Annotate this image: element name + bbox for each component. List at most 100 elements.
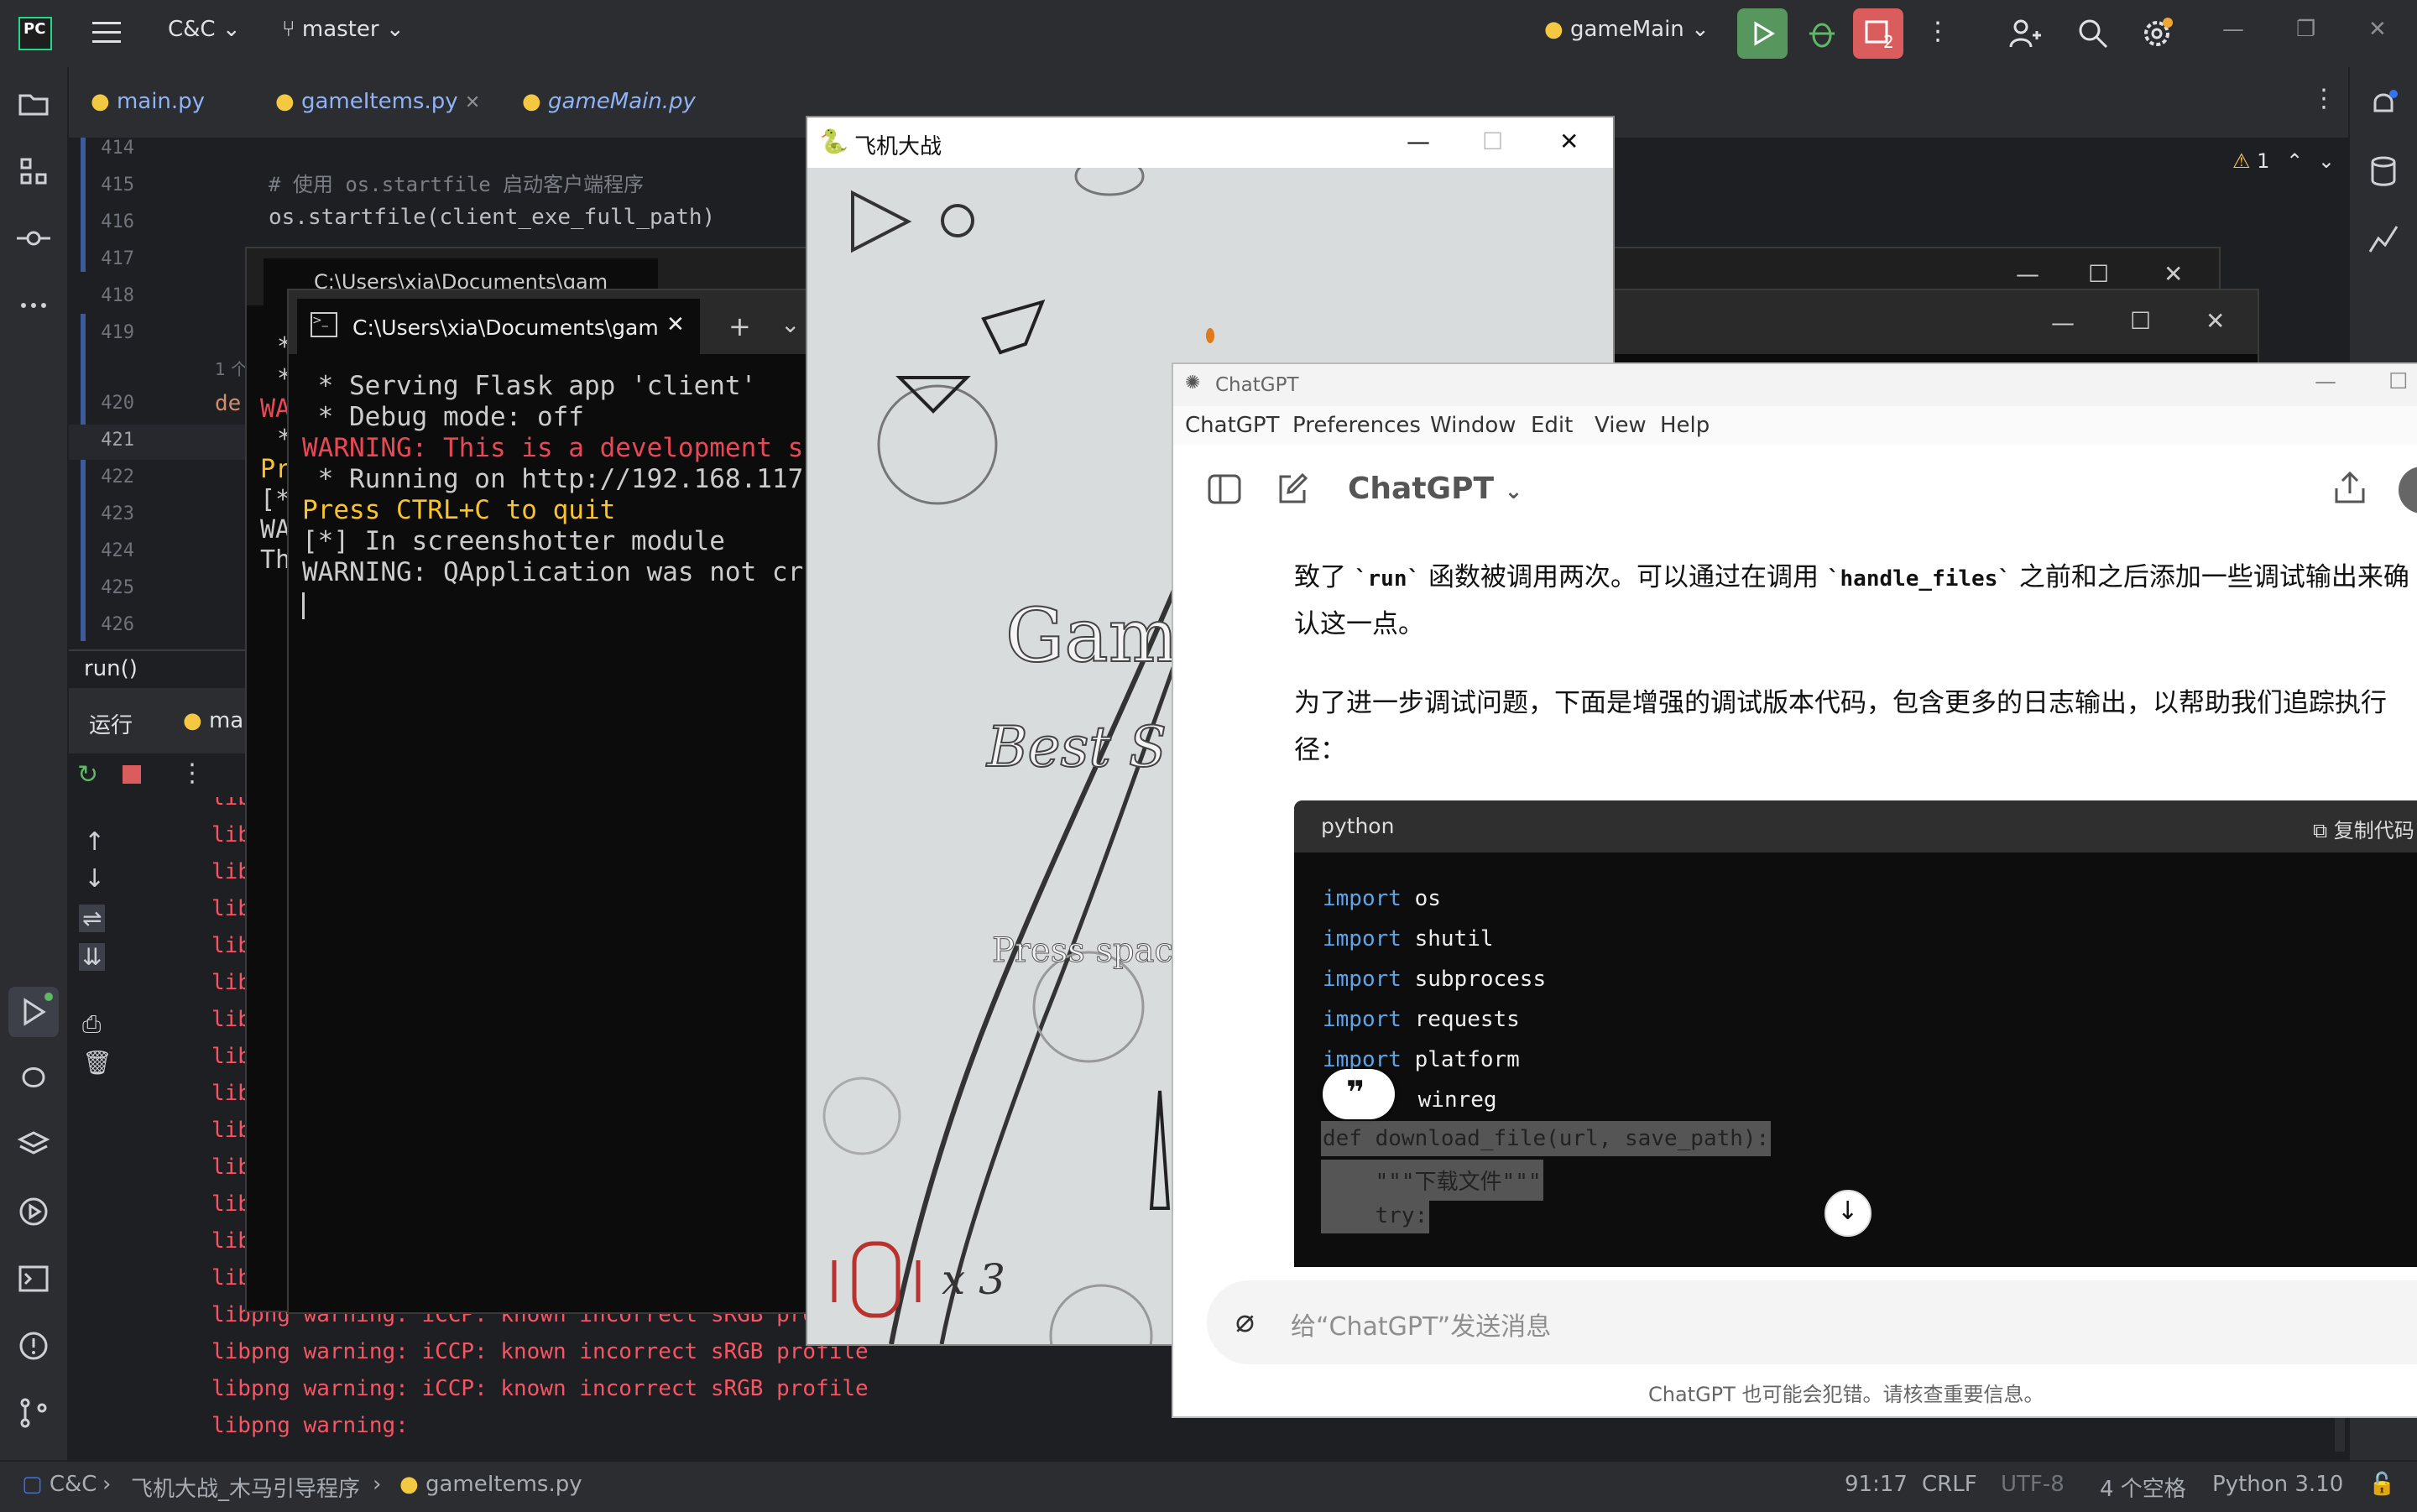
quote-reply-button[interactable]: ❞ xyxy=(1323,1069,1395,1119)
services-icon[interactable] xyxy=(17,1195,50,1228)
rerun-icon[interactable]: ↻ xyxy=(77,760,98,790)
status-path-file[interactable]: ● gameItems.py xyxy=(399,1472,582,1497)
attach-paperclip-icon[interactable]: ⌀ xyxy=(1235,1302,1255,1339)
menu-view[interactable]: View xyxy=(1595,413,1647,438)
close-tab-icon[interactable]: ✕ xyxy=(465,92,480,113)
menu-help[interactable]: Help xyxy=(1660,413,1710,438)
model-selector[interactable]: ChatGPT ⌄ xyxy=(1348,472,1522,506)
run-config-tab[interactable]: ● ma xyxy=(183,708,243,733)
menu-chatgpt[interactable]: ChatGPT xyxy=(1185,413,1279,438)
minimize-window-icon[interactable]: — xyxy=(2016,260,2039,288)
python-console-icon[interactable] xyxy=(17,1061,50,1094)
close-window-icon[interactable]: ✕ xyxy=(1559,128,1579,155)
module-name: os xyxy=(1414,886,1441,911)
project-folder-icon[interactable] xyxy=(17,87,50,121)
status-line-ending[interactable]: CRLF xyxy=(1922,1472,1977,1497)
more-vertical-icon[interactable]: ⋮ xyxy=(1925,17,1950,46)
debug-button[interactable] xyxy=(1803,13,1841,52)
structure-icon[interactable] xyxy=(17,154,50,188)
maximize-window-icon[interactable]: ☐ xyxy=(1482,128,1503,155)
close-window-icon[interactable]: ✕ xyxy=(2368,17,2387,42)
add-user-icon[interactable] xyxy=(2007,17,2041,50)
project-selector[interactable]: C&C ⌄ xyxy=(168,17,241,42)
menu-edit[interactable]: Edit xyxy=(1531,413,1573,438)
close-window-icon[interactable]: ✕ xyxy=(2206,307,2225,335)
minimize-window-icon[interactable]: — xyxy=(2315,369,2336,394)
rerun-button[interactable] xyxy=(1737,8,1788,59)
scroll-up-icon[interactable]: ↑ xyxy=(84,827,105,857)
trash-icon[interactable]: 🗑 xyxy=(82,1049,112,1077)
minimize-window-icon[interactable]: — xyxy=(2051,309,2075,336)
play-button[interactable] xyxy=(848,188,915,255)
close-window-icon[interactable]: ✕ xyxy=(2164,260,2183,288)
scroll-down-icon[interactable]: ↓ xyxy=(84,864,105,894)
stop-icon[interactable] xyxy=(123,765,141,784)
console-line: libpng warning: iCCP: known incorrect sR… xyxy=(211,1376,869,1401)
layers-icon[interactable] xyxy=(17,1128,50,1161)
tab-gameitems-py[interactable]: ● gameItems.py ✕ xyxy=(275,89,480,114)
tab-dropdown-icon[interactable]: ⌄ xyxy=(780,310,800,338)
lock-icon[interactable]: 🔓 xyxy=(2368,1472,2395,1497)
terminal-line: WARNING: This is a development s xyxy=(302,433,804,463)
status-caret-position[interactable]: 91:17 xyxy=(1845,1472,1908,1497)
database-icon[interactable] xyxy=(2367,154,2400,188)
menu-preferences[interactable]: Preferences xyxy=(1292,413,1421,438)
maximize-window-icon[interactable]: ☐ xyxy=(2088,260,2109,288)
share-icon[interactable] xyxy=(2331,470,2368,507)
copy-code-button[interactable]: ⧉ 复制代码 xyxy=(2313,814,2414,843)
chevron-up-icon[interactable]: ⌃ xyxy=(2286,149,2303,173)
branch-selector[interactable]: ⑂ master ⌄ xyxy=(282,17,405,42)
tabs-more-icon[interactable]: ⋮ xyxy=(2311,84,2336,113)
status-indent[interactable]: 4 个空格 xyxy=(2100,1472,2186,1503)
press-space-text: Press spac xyxy=(992,931,1174,971)
minimize-window-icon[interactable]: — xyxy=(1407,128,1430,155)
run-tool-icon[interactable] xyxy=(8,987,59,1037)
scroll-to-end-icon[interactable]: ⇊ xyxy=(79,943,106,971)
run-config-selector[interactable]: ● gameMain ⌄ xyxy=(1544,17,1710,42)
message-composer[interactable]: ⌀ 给“ChatGPT”发送消息 xyxy=(1207,1280,2417,1364)
chevron-down-icon[interactable]: ⌄ xyxy=(2318,149,2335,173)
more-vertical-icon[interactable]: ⋮ xyxy=(180,759,205,788)
message-input[interactable]: 给“ChatGPT”发送消息 xyxy=(1291,1306,1551,1343)
chatgpt-titlebar: ✺ ChatGPT — ☐ xyxy=(1173,364,2417,406)
stop-button[interactable]: 2 xyxy=(1853,8,1903,59)
stop-icon xyxy=(1865,20,1888,44)
notifications-bell-icon[interactable] xyxy=(2367,87,2400,121)
menu-window[interactable]: Window xyxy=(1430,413,1516,438)
status-interpreter[interactable]: Python 3.10 xyxy=(2212,1472,2343,1497)
terminal-icon[interactable] xyxy=(17,1262,50,1296)
usage-hint[interactable]: 1 个 xyxy=(215,356,248,380)
commit-icon[interactable] xyxy=(17,222,50,255)
status-encoding[interactable]: UTF-8 xyxy=(2001,1472,2065,1497)
tab-gamemain-py[interactable]: ● gameMain.py xyxy=(522,89,696,114)
soft-wrap-icon[interactable]: ⇌ xyxy=(79,905,106,932)
warnings-indicator[interactable]: ⚠ 1 ⌃ ⌄ xyxy=(2232,149,2335,173)
status-path-root[interactable]: ▢ C&C xyxy=(22,1472,97,1497)
avatar[interactable] xyxy=(2399,467,2417,514)
new-tab-icon[interactable]: + xyxy=(728,310,751,342)
maximize-window-icon[interactable]: ☐ xyxy=(2130,307,2151,335)
enemy-plane-shape xyxy=(981,299,1046,355)
status-path-folder[interactable]: 飞机大战_木马引导程序 xyxy=(131,1472,360,1503)
warning-count: 1 xyxy=(2257,149,2270,173)
scroll-to-bottom-button[interactable]: ↓ xyxy=(1824,1190,1871,1237)
maximize-window-icon[interactable]: ☐ xyxy=(2388,369,2408,394)
git-icon[interactable] xyxy=(17,1396,50,1430)
restore-window-icon[interactable]: ❐ xyxy=(2296,17,2315,42)
terminal-tab[interactable]: >_ C:\Users\xia\Documents\gam ✕ xyxy=(297,299,700,354)
tab-main-py[interactable]: ● main.py xyxy=(91,89,205,114)
close-tab-icon[interactable]: ✕ xyxy=(666,312,685,337)
main-menu-icon[interactable] xyxy=(92,20,121,45)
chat-messages[interactable]: 致了 `run` 函数被调用两次。可以通过在调用 `handle_files` … xyxy=(1173,537,2417,1267)
sciview-chart-icon[interactable] xyxy=(2367,222,2400,255)
sidebar-toggle-icon[interactable] xyxy=(1207,472,1242,507)
search-icon[interactable] xyxy=(2076,17,2110,50)
new-chat-icon[interactable] xyxy=(1274,472,1309,507)
settings-gear-icon[interactable] xyxy=(2140,17,2174,50)
minimize-window-icon[interactable]: — xyxy=(2222,17,2244,42)
print-icon[interactable]: ⎙ xyxy=(82,1010,101,1039)
run-tab-label[interactable]: 运行 xyxy=(89,708,133,739)
breadcrumb[interactable]: run() xyxy=(84,656,138,681)
more-tools-icon[interactable] xyxy=(17,289,50,322)
problems-icon[interactable] xyxy=(17,1329,50,1363)
